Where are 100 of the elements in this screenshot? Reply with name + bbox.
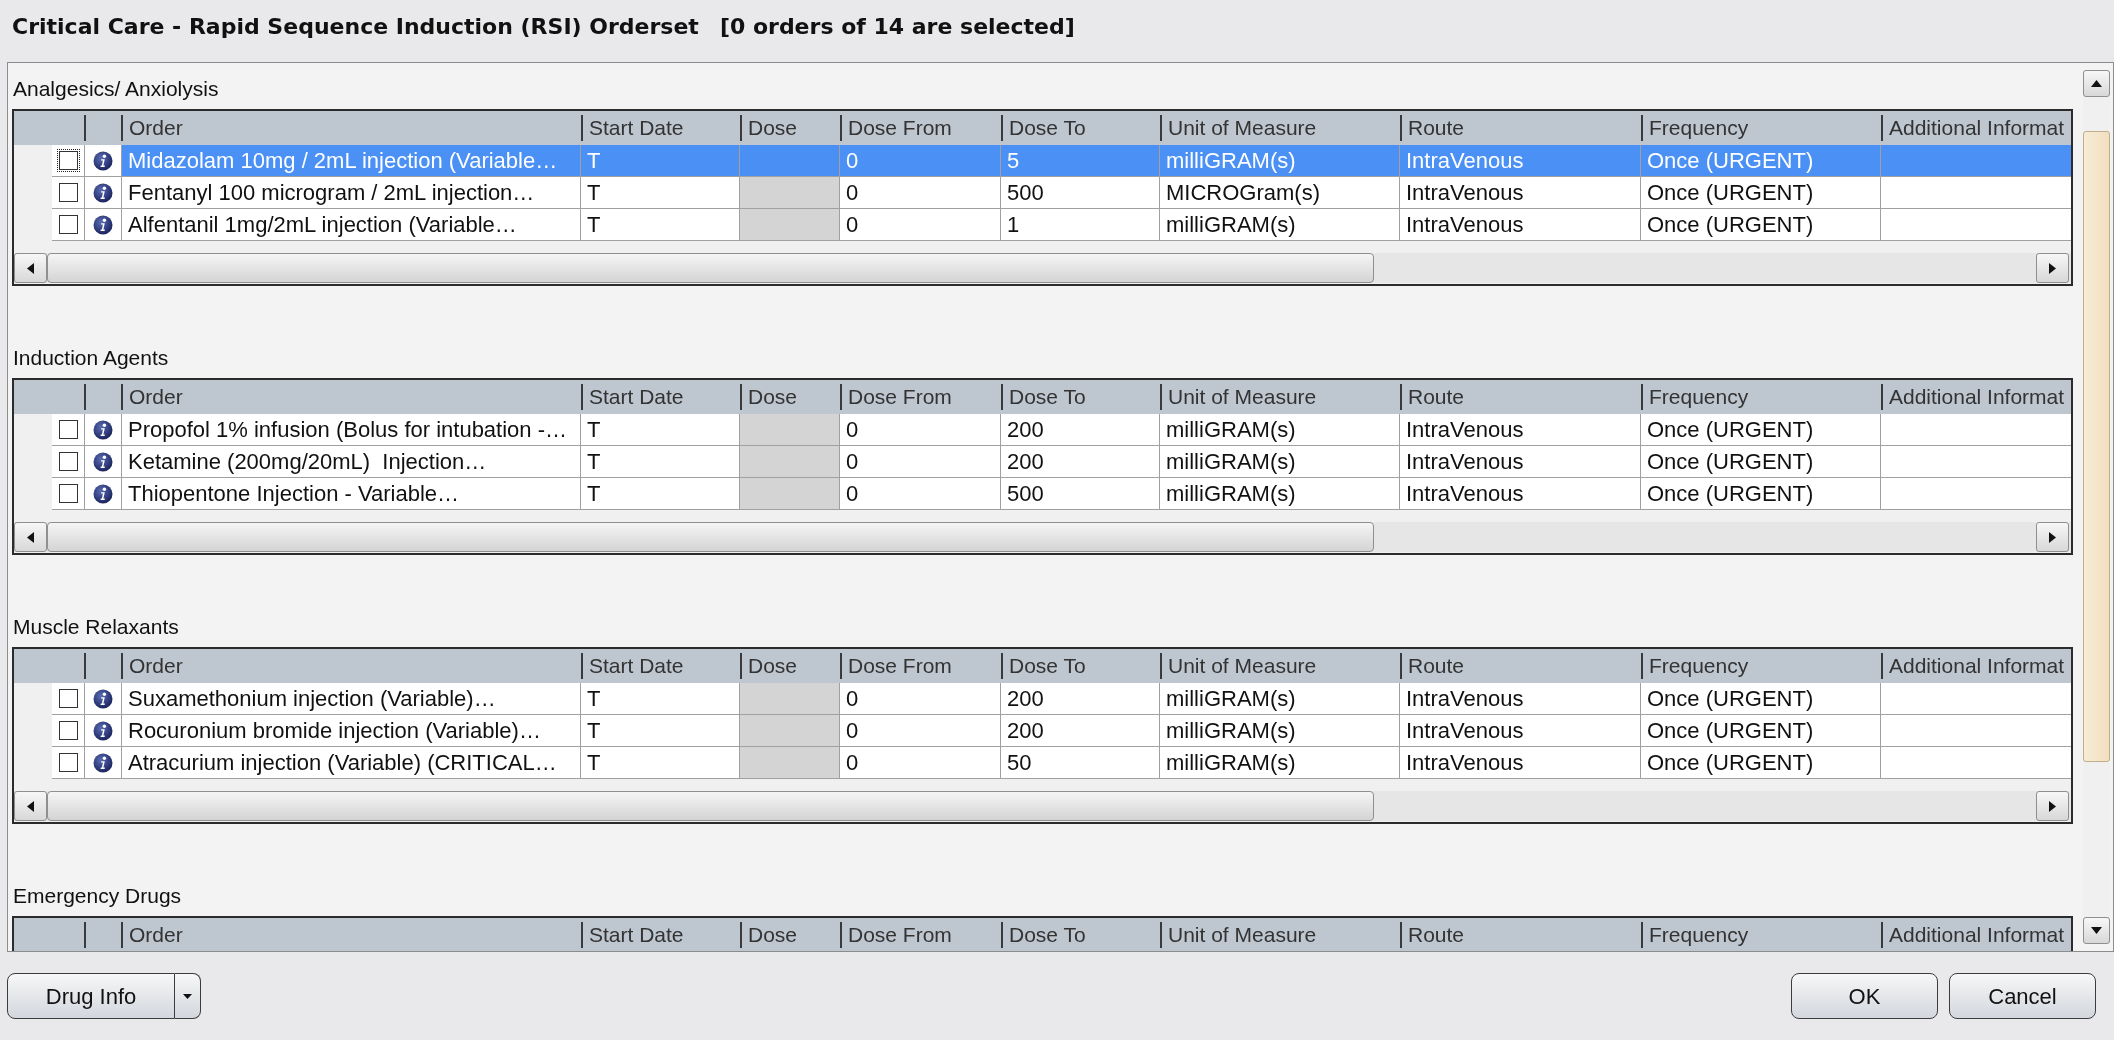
table-cell: Once (URGENT) (1641, 414, 1881, 445)
horizontal-scrollbar[interactable] (14, 522, 2071, 552)
horizontal-scrollbar[interactable] (14, 791, 2071, 821)
table-cell: IntraVenous (1400, 747, 1641, 778)
column-header[interactable]: Dose (740, 649, 840, 683)
checkbox[interactable] (56, 751, 80, 774)
column-header[interactable]: Dose (740, 111, 840, 145)
table-cell: 200 (1001, 446, 1160, 477)
table-cell: Atracurium injection (Variable) (CRITICAL… (122, 747, 581, 778)
scroll-right-button[interactable] (2036, 522, 2069, 552)
info-icon[interactable] (93, 483, 113, 504)
vertical-scrollbar[interactable] (2083, 70, 2110, 944)
column-header[interactable]: Additional Informat (1881, 380, 2071, 414)
column-header[interactable]: Frequency (1641, 649, 1881, 683)
order-row[interactable]: Suxamethonium injection (Variable)… T 0 200 milliGRAM(s) IntraVenous Once (URGENT) (121, 683, 2071, 715)
column-header[interactable]: Dose (740, 380, 840, 414)
column-header[interactable]: Dose From (840, 918, 1001, 951)
scroll-right-button[interactable] (2036, 253, 2069, 283)
info-icon[interactable] (93, 214, 113, 235)
column-header[interactable]: Dose To (1001, 111, 1160, 145)
table-cell: 1 (1001, 209, 1160, 240)
table-cell: milliGRAM(s) (1160, 715, 1400, 746)
scroll-up-button[interactable] (2083, 70, 2110, 97)
checkbox[interactable] (56, 450, 80, 473)
column-header[interactable]: Frequency (1641, 918, 1881, 951)
checkbox[interactable] (56, 719, 80, 742)
scroll-down-button[interactable] (2083, 917, 2110, 944)
info-icon[interactable] (93, 752, 113, 773)
order-row[interactable]: Rocuronium bromide injection (Variable)… T 0 200 milliGRAM(s) IntraVenous Once (URGENT) (121, 715, 2071, 747)
column-header[interactable]: Frequency (1641, 111, 1881, 145)
order-row[interactable]: Thiopentone Injection - Variable… T 0 500 milliGRAM(s) IntraVenous Once (URGENT) (121, 478, 2071, 510)
order-row[interactable]: Propofol 1% infusion (Bolus for intubation -… T 0 200 milliGRAM(s) IntraVenous Once (URGENT) (121, 414, 2071, 446)
scrollbar-thumb[interactable] (47, 791, 1374, 821)
order-row[interactable]: Atracurium injection (Variable) (CRITICAL… T 0 50 milliGRAM(s) IntraVenous Once (URGENT) (121, 747, 2071, 779)
column-header[interactable]: Order (121, 649, 581, 683)
drug-info-button[interactable]: Drug Info (7, 973, 175, 1019)
column-header[interactable]: Order (121, 380, 581, 414)
column-header[interactable]: Additional Informat (1881, 918, 2071, 951)
up-arrow-icon (2091, 80, 2102, 87)
column-header[interactable]: Route (1400, 649, 1641, 683)
column-header[interactable]: Dose To (1001, 380, 1160, 414)
table-cell: 0 (840, 747, 1001, 778)
column-header[interactable]: Start Date (581, 649, 740, 683)
dropdown-button[interactable] (175, 973, 201, 1019)
dialog-button[interactable]: OK (1791, 973, 1938, 1019)
table-cell: Once (URGENT) (1641, 145, 1881, 176)
info-icon[interactable] (93, 688, 113, 709)
info-icon[interactable] (93, 182, 113, 203)
checkbox[interactable] (56, 482, 80, 505)
info-icon[interactable] (93, 451, 113, 472)
order-row[interactable]: Ketamine (200mg/20mL) Injection… T 0 200 milliGRAM(s) IntraVenous Once (URGENT) (121, 446, 2071, 478)
order-row[interactable]: Alfentanil 1mg/2mL injection (Variable… T 0 1 milliGRAM(s) IntraVenous Once (URGENT) (121, 209, 2071, 241)
caret-icon (183, 993, 192, 999)
horizontal-scrollbar[interactable] (14, 253, 2071, 283)
column-header[interactable]: Unit of Measure (1160, 111, 1400, 145)
column-header[interactable]: Dose From (840, 380, 1001, 414)
scroll-left-button[interactable] (14, 253, 47, 283)
info-icon[interactable] (93, 720, 113, 741)
scroll-left-button[interactable] (14, 522, 47, 552)
scrollbar-thumb[interactable] (47, 522, 1374, 552)
checkbox[interactable] (56, 687, 80, 710)
column-header[interactable]: Route (1400, 380, 1641, 414)
table-cell: 500 (1001, 478, 1160, 509)
info-icon[interactable] (93, 419, 113, 440)
column-header[interactable]: Order (121, 111, 581, 145)
scrollbar-thumb[interactable] (2083, 131, 2110, 762)
column-header[interactable]: Dose To (1001, 918, 1160, 951)
column-header[interactable]: Additional Informat (1881, 649, 2071, 683)
table-cell: 0 (840, 177, 1001, 208)
scroll-right-button[interactable] (2036, 791, 2069, 821)
column-header[interactable]: Unit of Measure (1160, 380, 1400, 414)
column-header[interactable]: Start Date (581, 380, 740, 414)
scroll-left-button[interactable] (14, 791, 47, 821)
column-header[interactable]: Start Date (581, 918, 740, 951)
table-cell: Thiopentone Injection - Variable… (122, 478, 581, 509)
column-header[interactable]: Additional Informat (1881, 111, 2071, 145)
column-header[interactable]: Unit of Measure (1160, 918, 1400, 951)
checkbox[interactable] (56, 149, 80, 172)
table-cell: IntraVenous (1400, 446, 1641, 477)
column-header[interactable]: Dose To (1001, 649, 1160, 683)
column-header[interactable]: Frequency (1641, 380, 1881, 414)
checkbox[interactable] (56, 181, 80, 204)
column-header[interactable]: Dose From (840, 111, 1001, 145)
dialog-button[interactable]: Cancel (1949, 973, 2096, 1019)
column-header[interactable]: Route (1400, 918, 1641, 951)
table-cell: Suxamethonium injection (Variable)… (122, 683, 581, 714)
scrollbar-thumb[interactable] (47, 253, 1374, 283)
column-header[interactable]: Dose (740, 918, 840, 951)
order-row[interactable]: Fentanyl 100 microgram / 2mL injection… T 0 500 MICROGram(s) IntraVenous Once (URGENT) (121, 177, 2071, 209)
column-header[interactable]: Unit of Measure (1160, 649, 1400, 683)
column-header[interactable]: Order (121, 918, 581, 951)
column-header[interactable]: Route (1400, 111, 1641, 145)
info-icon[interactable] (93, 150, 113, 171)
column-header[interactable]: Start Date (581, 111, 740, 145)
table-cell: Fentanyl 100 microgram / 2mL injection… (122, 177, 581, 208)
dialog-title: Critical Care - Rapid Sequence Induction (RSI) Orderset (12, 13, 699, 41)
table-cell: 0 (840, 683, 1001, 714)
column-header[interactable]: Dose From (840, 649, 1001, 683)
checkbox[interactable] (56, 418, 80, 441)
checkbox[interactable] (56, 213, 80, 236)
